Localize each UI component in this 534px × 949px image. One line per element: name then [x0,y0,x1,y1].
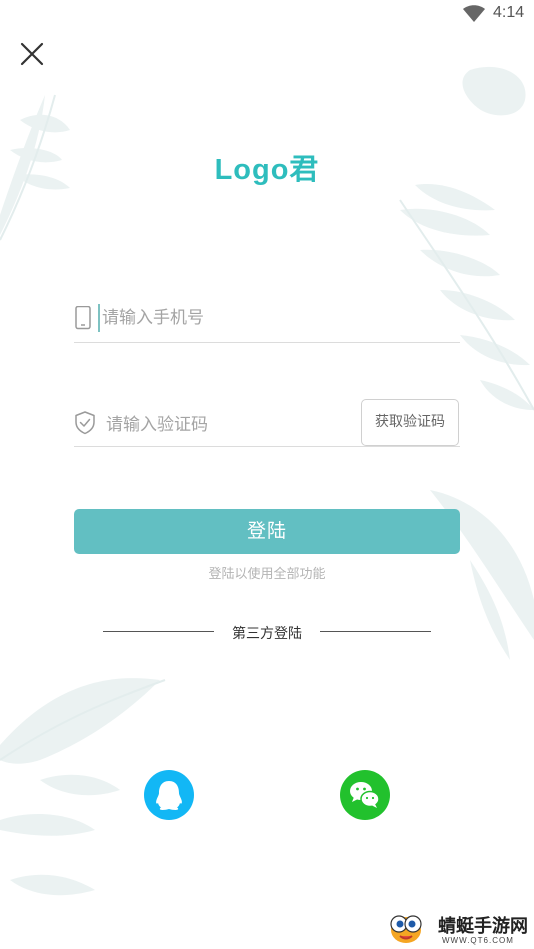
third-party-login-title: 第三方登陆 [232,626,302,642]
dragonfly-mascot-icon [390,915,422,943]
qq-icon [156,781,182,810]
close-icon [20,42,44,66]
close-button[interactable] [16,40,48,70]
app-logo: Logo君 [214,154,320,186]
login-screen: 4:14 Logo君 获取验证码 登陆 登陆以使用全部功能 第三方登陆 [0,0,534,949]
watermark: 蜻蜓手游网 WWW.QT6.COM [386,908,534,948]
shield-check-icon [75,411,95,435]
qq-login-button[interactable] [144,770,194,820]
verification-code-input[interactable] [106,411,366,439]
status-time: 4:14 [493,4,525,21]
wifi-icon [463,5,485,22]
verification-code-field: 获取验证码 [74,399,460,447]
divider-right [320,631,431,632]
leaf-background-decoration [0,66,534,896]
login-button[interactable]: 登陆 [74,509,460,554]
watermark-url: WWW.QT6.COM [442,936,514,945]
watermark-name: 蜻蜓手游网 [438,916,528,937]
wechat-icon [350,782,380,808]
phone-input[interactable] [98,304,358,332]
phone-icon [75,306,91,330]
phone-field [74,296,460,343]
status-bar: 4:14 [0,0,534,30]
get-code-button[interactable]: 获取验证码 [361,399,459,446]
wechat-login-button[interactable] [340,770,390,820]
login-hint: 登陆以使用全部功能 [208,567,326,582]
